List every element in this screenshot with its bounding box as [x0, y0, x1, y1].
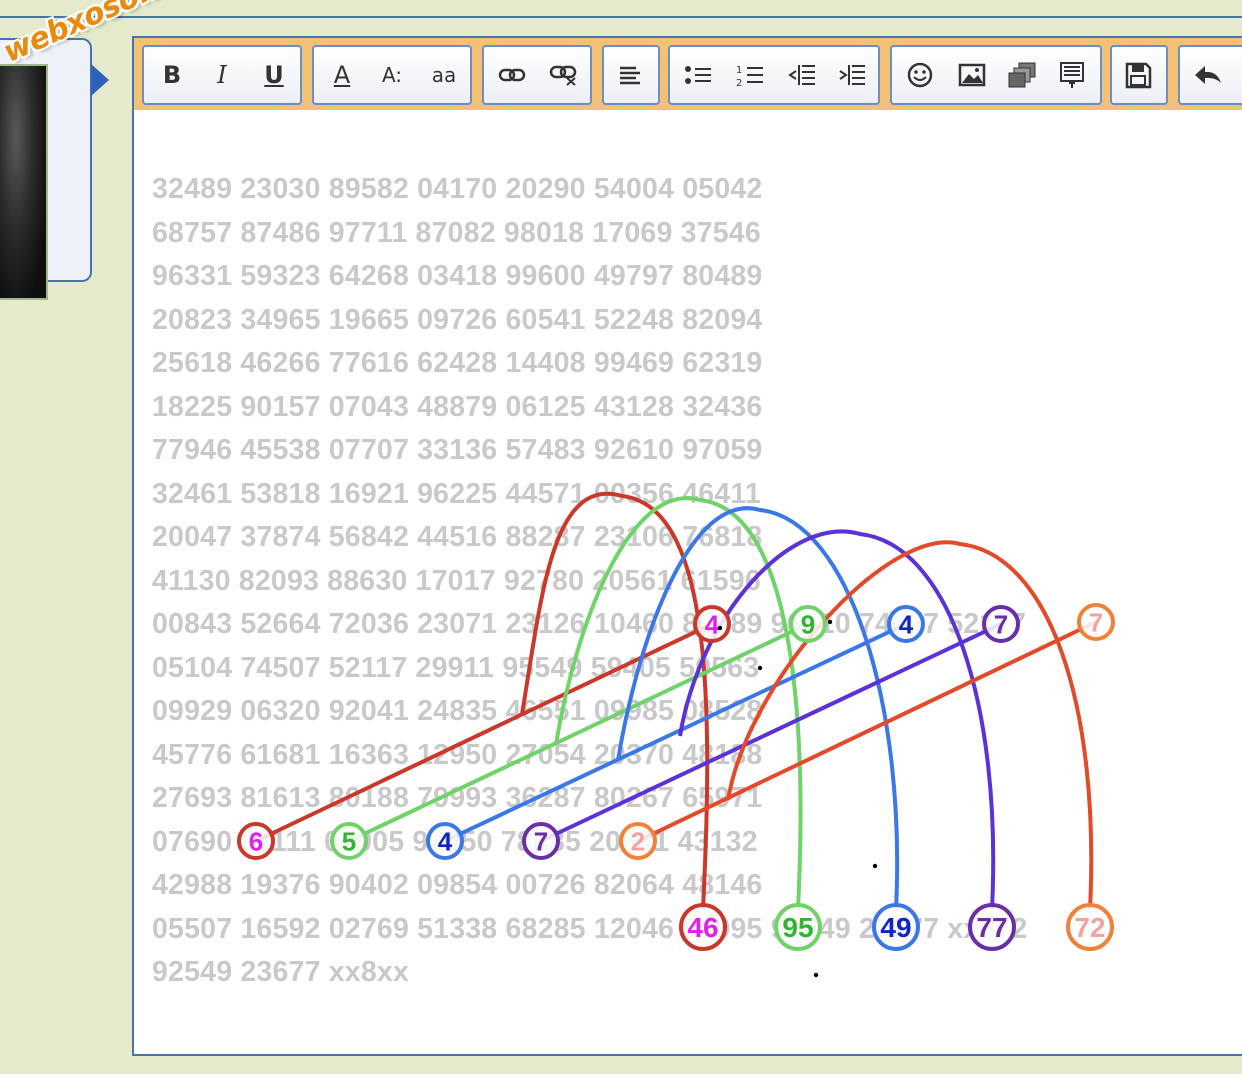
- save-button[interactable]: [1114, 47, 1162, 103]
- remove-link-button[interactable]: [540, 47, 588, 103]
- text-line: 20823 34965 19665 09726 60541 52248 8209…: [152, 303, 763, 336]
- smilie-button[interactable]: [896, 47, 944, 103]
- media-button[interactable]: [998, 47, 1046, 103]
- text-line: 32461 53818 16921 96225 44571 00356 4641…: [152, 477, 761, 510]
- text-line: 27693 81613 80188 79993 36287 80267 6597…: [152, 782, 763, 814]
- code-block-icon: [1060, 62, 1084, 88]
- page-top-band: [0, 0, 1242, 17]
- toolbar-group-history: [1178, 45, 1242, 105]
- underline-button[interactable]: U: [250, 47, 298, 103]
- text-line: 45776 61681 16363 12950 27054 20370 4818…: [152, 738, 763, 771]
- bold-button[interactable]: B: [148, 47, 196, 103]
- toolbar-group-lists: 12: [668, 45, 880, 105]
- text-line: 09929 06320 92041 24835 46551 09985 0852…: [152, 695, 763, 727]
- insert-link-button[interactable]: [488, 47, 536, 103]
- undo-button[interactable]: [1184, 47, 1232, 103]
- text-line: 05104 74507 52117 29911 95549 59405 5056…: [152, 651, 760, 684]
- text-line: 77946 45538 07707 33136 57483 92610 9705…: [152, 434, 763, 466]
- text-line: 05507 16592 02769 51338 68285 12046 5509…: [152, 912, 1028, 945]
- avatar[interactable]: [0, 64, 48, 300]
- toolbar-group-links: [482, 45, 592, 105]
- outdent-icon: [788, 65, 815, 85]
- editor-toolbar: B I U A A: aa 12: [134, 38, 1242, 110]
- text-line: 07690 81111 07905 92050 78885 20681 4313…: [152, 825, 758, 858]
- editor-text[interactable]: 32489 23030 89582 04170 20290 54004 0504…: [152, 173, 1028, 1000]
- number-list-button[interactable]: 12: [726, 47, 774, 103]
- font-family-button[interactable]: aa: [420, 47, 468, 103]
- page-top-divider: [0, 16, 1242, 18]
- text-line: 41130 82093 88630 17017 92780 20561 6159…: [152, 564, 761, 597]
- text-line: 32489 23030 89582 04170 20290 54004 0504…: [152, 173, 763, 205]
- image-icon: [958, 63, 986, 87]
- align-left-icon: [620, 66, 640, 85]
- text-line: 68757 87486 97711 87082 98018 17069 3754…: [152, 216, 761, 249]
- toolbar-group-align: [602, 45, 660, 105]
- font-size-button[interactable]: A:: [368, 47, 416, 103]
- numbered-list-icon: 12: [736, 65, 763, 87]
- toolbar-group-insert: [890, 45, 1102, 105]
- smiley-icon: [907, 62, 933, 88]
- text-line: 18225 90157 07043 48879 06125 43128 3243…: [152, 390, 763, 423]
- undo-arrow-icon: [1195, 66, 1221, 84]
- text-line: 42988 19376 90402 09854 00726 82064 4814…: [152, 869, 763, 901]
- toolbar-group-text-style: B I U: [142, 45, 302, 105]
- text-line: 92549 23677 xx8xx: [152, 956, 409, 988]
- bullet-list-icon: [685, 66, 711, 84]
- italic-button[interactable]: I: [198, 47, 246, 103]
- text-line: 25618 46266 77616 62428 14408 99469 6231…: [152, 347, 763, 379]
- align-button[interactable]: [606, 47, 654, 103]
- avatar-pointer-arrow: [91, 64, 109, 96]
- toolbar-group-save: [1110, 45, 1168, 105]
- font-color-button[interactable]: A: [318, 47, 366, 103]
- outdent-button[interactable]: [778, 47, 826, 103]
- text-line: 00843 52664 72036 23071 23126 10460 8568…: [152, 608, 1027, 640]
- code-button[interactable]: [1048, 47, 1096, 103]
- link-icon: [498, 68, 526, 82]
- text-line: 96331 59323 64268 03418 99600 49797 8048…: [152, 260, 763, 292]
- message-editor[interactable]: B I U A A: aa 12 32489 23030 89582 04170…: [132, 36, 1242, 1056]
- media-gallery-icon: [1008, 62, 1036, 88]
- user-avatar-card: [0, 38, 92, 300]
- toolbar-group-font: A A: aa: [312, 45, 472, 105]
- text-line: 20047 37874 56842 44516 88287 23106 7681…: [152, 521, 763, 553]
- svg-text:1: 1: [736, 65, 742, 76]
- unlink-icon: [549, 65, 577, 86]
- svg-text:2: 2: [736, 78, 742, 87]
- save-disk-icon: [1125, 62, 1152, 89]
- indent-icon: [839, 65, 865, 85]
- indent-button[interactable]: [828, 47, 876, 103]
- bullet-list-button[interactable]: [674, 47, 722, 103]
- image-button[interactable]: [948, 47, 996, 103]
